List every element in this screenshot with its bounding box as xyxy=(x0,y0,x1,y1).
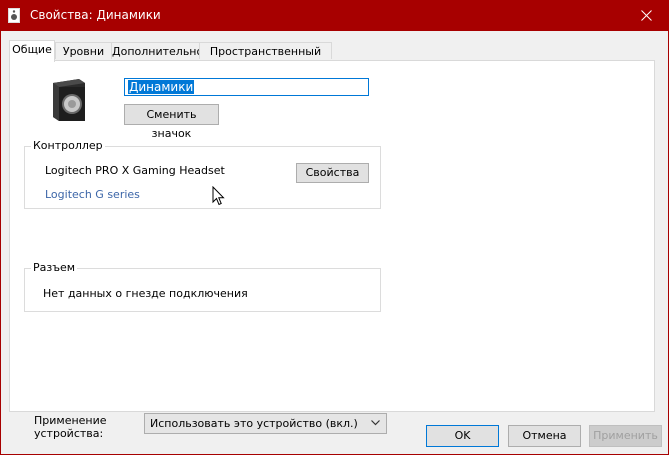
controller-link[interactable]: Logitech G series xyxy=(45,188,140,201)
close-button[interactable] xyxy=(623,0,669,31)
device-name-value: Динамики xyxy=(128,80,195,94)
device-usage-selected: Использовать это устройство (вкл.) xyxy=(150,417,358,430)
change-icon-button[interactable]: Сменить значок xyxy=(124,104,219,140)
controller-name: Logitech PRO X Gaming Headset xyxy=(45,164,225,177)
device-usage-label: Применение устройства: xyxy=(34,414,107,440)
speaker-device-icon xyxy=(53,79,85,121)
cancel-button[interactable]: Отмена xyxy=(508,425,581,447)
window-title: Свойства: Динамики xyxy=(30,8,161,22)
jack-group-label: Разъем xyxy=(31,261,78,275)
apply-button[interactable]: Применить xyxy=(589,425,662,447)
tab-advanced[interactable]: Дополнительно xyxy=(111,42,203,59)
controller-group-label: Контроллер xyxy=(31,139,105,153)
close-icon xyxy=(640,10,652,21)
ok-button[interactable]: OK xyxy=(426,425,499,447)
mouse-cursor-icon xyxy=(212,186,225,206)
title-bar: Свойства: Динамики xyxy=(0,0,669,31)
jack-group: Разъем Нет данных о гнезде подключения xyxy=(24,261,381,312)
general-tab-panel: Динамики Сменить значок Контроллер Logit… xyxy=(9,60,655,440)
device-usage-label-line2: устройства: xyxy=(34,427,104,440)
device-usage-label-line1: Применение xyxy=(34,414,107,427)
dialog-window: Общие Уровни Дополнительно Пространствен… xyxy=(0,31,669,455)
tab-levels[interactable]: Уровни xyxy=(55,42,112,59)
device-usage-select[interactable]: Использовать это устройство (вкл.) xyxy=(144,413,387,434)
device-name-input[interactable]: Динамики xyxy=(124,78,369,96)
chevron-down-icon xyxy=(371,420,380,426)
controller-properties-button[interactable]: Свойства xyxy=(296,163,369,183)
jack-info-text: Нет данных о гнезде подключения xyxy=(43,287,248,300)
speaker-app-icon xyxy=(8,8,20,23)
tab-general[interactable]: Общие xyxy=(9,40,55,62)
controller-group: Контроллер Logitech PRO X Gaming Headset… xyxy=(24,139,381,209)
tab-spatial-sound[interactable]: Пространственный звук xyxy=(199,42,332,75)
